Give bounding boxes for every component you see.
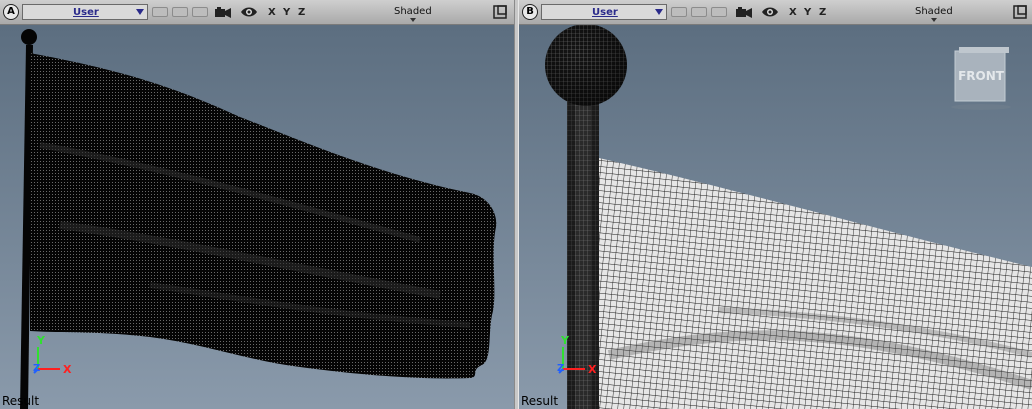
maximize-icon[interactable] (493, 5, 507, 19)
toolbar-slot-3[interactable] (711, 7, 727, 17)
toolbar-slot-1[interactable] (152, 7, 168, 17)
viewport-b-scene[interactable]: FRONT Y X Z (519, 24, 1032, 409)
eye-icon[interactable] (240, 6, 258, 18)
camera-icon[interactable] (214, 7, 232, 19)
view-selector-a[interactable]: User (22, 4, 148, 20)
axis-y-button[interactable]: Y (804, 7, 811, 19)
axis-x-button[interactable]: X (789, 7, 797, 19)
toolbar-slot-2[interactable] (172, 7, 188, 17)
view-selector-b[interactable]: User (541, 4, 667, 20)
viewport-b[interactable]: FRONT Y X Z B User X Y Z Shaded Result (519, 0, 1032, 409)
axis-z-button[interactable]: Z (819, 7, 826, 19)
viewcube[interactable]: FRONT (951, 47, 1011, 110)
camera-icon[interactable] (735, 7, 753, 19)
gizmo-x-label: X (588, 363, 597, 376)
viewcube-face-label: FRONT (958, 69, 1005, 83)
chevron-down-icon (136, 9, 144, 15)
gizmo-y-label: Y (560, 334, 570, 347)
axis-y-button[interactable]: Y (283, 7, 290, 19)
gizmo-x-label: X (63, 363, 72, 376)
axis-z-button[interactable]: Z (298, 7, 305, 19)
flag-scene-b: FRONT Y X Z (519, 24, 1032, 409)
viewport-b-letter[interactable]: B (522, 4, 538, 20)
viewport-a-letter[interactable]: A (3, 4, 19, 20)
status-label-a: Result (2, 394, 40, 408)
viewport-b-toolbar: B User X Y Z Shaded (519, 0, 1032, 25)
shading-menu[interactable]: Shaded (915, 5, 953, 22)
toolbar-slot-1[interactable] (671, 7, 687, 17)
chevron-down-icon (655, 9, 663, 15)
eye-icon[interactable] (761, 6, 779, 18)
viewport-a[interactable]: Y X Z A User X Y Z Shaded Result (0, 0, 514, 409)
axis-x-button[interactable]: X (268, 7, 276, 19)
viewport-a-toolbar: A User X Y Z Shaded (0, 0, 514, 25)
maximize-icon[interactable] (1013, 5, 1027, 19)
gizmo-z-label: Z (33, 363, 40, 374)
view-selector-label: User (73, 7, 99, 18)
shading-menu[interactable]: Shaded (394, 5, 432, 22)
gizmo-y-label: Y (36, 334, 46, 347)
flag-scene-a: Y X Z (0, 25, 514, 409)
pole-finial (21, 29, 37, 45)
viewport-a-scene[interactable]: Y X Z (0, 25, 514, 409)
toolbar-slot-3[interactable] (192, 7, 208, 17)
status-label-b: Result (521, 394, 559, 408)
gizmo-z-label: Z (557, 363, 564, 374)
toolbar-slot-2[interactable] (691, 7, 707, 17)
view-selector-label: User (592, 7, 618, 18)
